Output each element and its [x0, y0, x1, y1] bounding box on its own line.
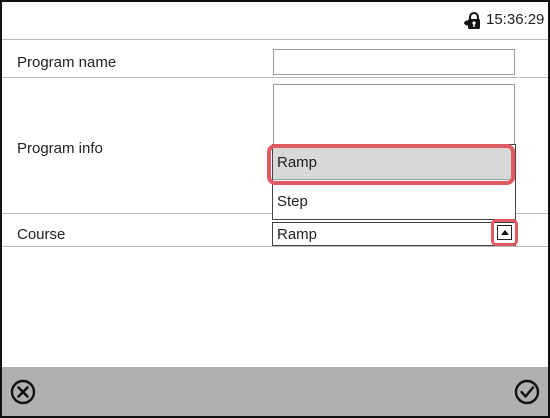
option-highlight-frame — [267, 144, 515, 185]
arrow-up-icon — [501, 230, 509, 235]
bottom-bar — [2, 367, 548, 416]
course-label: Course — [17, 226, 66, 243]
lock-key-icon — [464, 12, 480, 29]
clock-time: 15:36:29 — [486, 11, 545, 28]
course-option-step[interactable]: Step — [273, 187, 515, 219]
course-select[interactable]: Ramp — [272, 222, 516, 246]
program-name-label: Program name — [17, 54, 117, 71]
cancel-circle-x-icon[interactable] — [10, 379, 36, 405]
status-bar: 15:36:29 — [2, 2, 548, 40]
program-info-label: Program info — [17, 140, 103, 157]
dropdown-toggle-button[interactable] — [497, 225, 512, 240]
program-name-field[interactable] — [273, 49, 515, 75]
confirm-check-icon[interactable] — [514, 379, 540, 405]
